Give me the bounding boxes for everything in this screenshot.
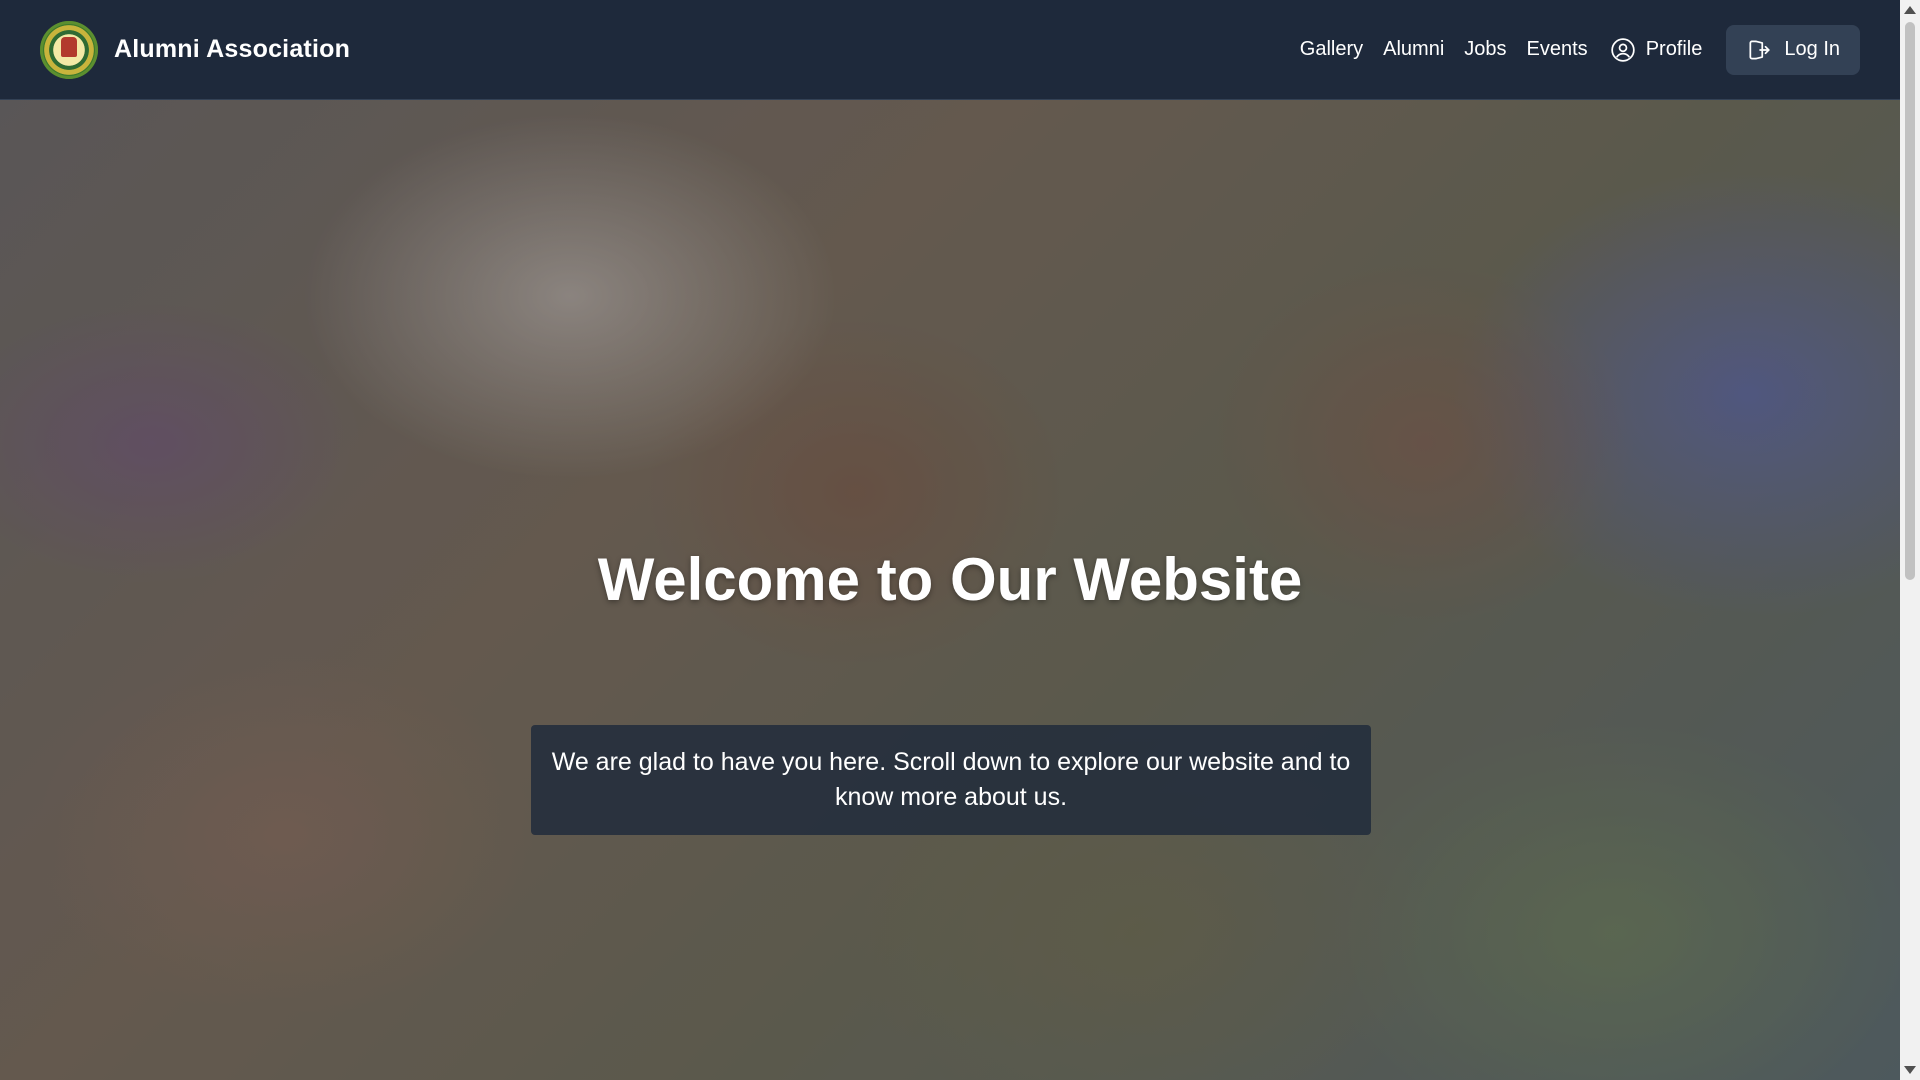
nav-gallery[interactable]: Gallery — [1300, 38, 1363, 61]
association-logo — [40, 20, 98, 79]
page-scrollbar[interactable] — [1900, 0, 1920, 1080]
scroll-up-icon[interactable] — [1904, 6, 1916, 14]
nav-profile[interactable]: Profile — [1610, 37, 1703, 63]
brand-name: Alumni Association — [114, 35, 351, 63]
login-label: Log In — [1784, 38, 1840, 60]
nav-alumni[interactable]: Alumni — [1383, 38, 1444, 61]
login-icon — [1749, 39, 1771, 60]
nav-events[interactable]: Events — [1527, 38, 1588, 61]
navbar: Alumni Association Gallery Alumni Jobs E… — [0, 0, 1900, 100]
main-nav: Gallery Alumni Jobs Events Profile Log I… — [1300, 24, 1860, 75]
login-button[interactable]: Log In — [1726, 24, 1860, 75]
user-circle-icon — [1610, 37, 1635, 62]
hero-text: We are glad to have you here. Scroll dow… — [551, 748, 1351, 811]
scroll-down-icon[interactable] — [1904, 1066, 1916, 1074]
hero-title: Welcome to Our Website — [597, 546, 1303, 613]
nav-jobs[interactable]: Jobs — [1464, 38, 1506, 61]
hero-message-box: We are glad to have you here. Scroll dow… — [531, 725, 1371, 835]
page: Alumni Association Gallery Alumni Jobs E… — [0, 0, 1920, 1080]
hero-section: Welcome to Our Website We are glad to ha… — [0, 100, 1900, 1080]
scrollbar-thumb[interactable] — [1905, 22, 1915, 580]
brand[interactable]: Alumni Association — [40, 20, 351, 79]
profile-label: Profile — [1645, 38, 1703, 60]
